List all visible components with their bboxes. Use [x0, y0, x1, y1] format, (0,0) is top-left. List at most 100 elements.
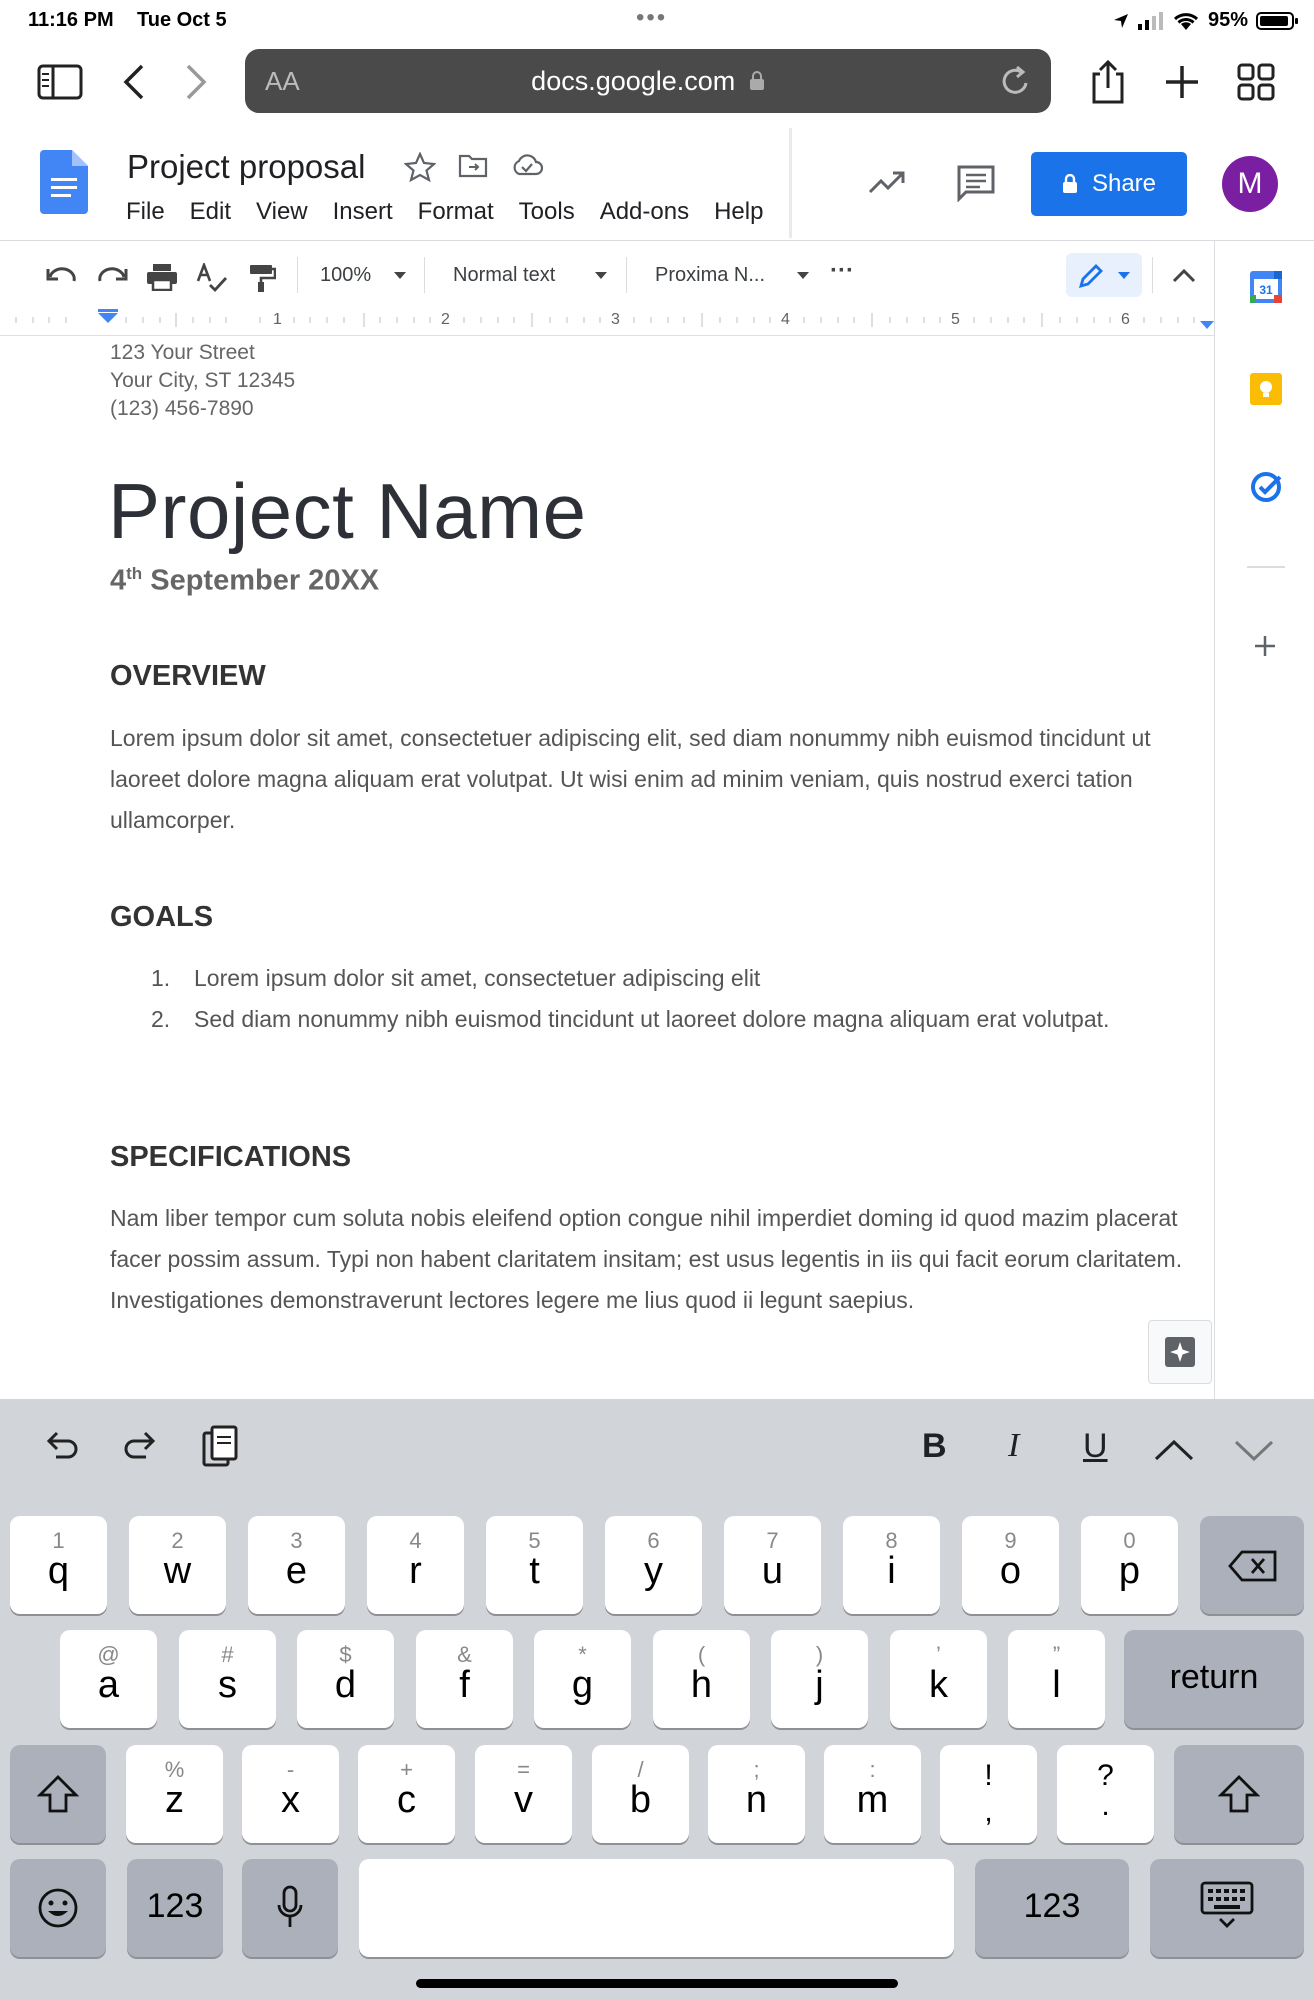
next-field-icon[interactable] [1234, 1439, 1274, 1461]
document-title[interactable]: Project proposal [127, 148, 365, 186]
hide-keyboard-key[interactable] [1150, 1859, 1304, 1957]
bold-button[interactable]: B [922, 1427, 947, 1466]
key-c[interactable]: + c [358, 1745, 455, 1843]
cloud-saved-icon[interactable] [510, 152, 544, 178]
tabs-overview-icon[interactable] [1232, 58, 1280, 106]
underline-button[interactable]: U [1083, 1427, 1108, 1466]
location-icon [1113, 13, 1128, 28]
italic-button[interactable]: I [1008, 1427, 1019, 1465]
return-key[interactable]: return [1124, 1630, 1304, 1728]
forward-button[interactable] [172, 58, 220, 106]
menu-addons[interactable]: Add-ons [600, 198, 689, 226]
back-button[interactable] [110, 58, 158, 106]
key-x[interactable]: -x [242, 1745, 339, 1843]
font-dropdown-icon[interactable] [797, 272, 809, 279]
space-bar[interactable] [359, 1859, 954, 1957]
font-select[interactable]: Proxima N... [655, 264, 765, 287]
activity-trend-icon[interactable] [868, 168, 906, 196]
key-e[interactable]: 3e [248, 1516, 345, 1614]
move-to-folder-icon[interactable] [458, 152, 488, 178]
google-docs-logo[interactable] [40, 150, 88, 214]
keep-icon[interactable] [1250, 373, 1282, 405]
keyboard-paste-icon[interactable] [202, 1425, 238, 1467]
menu-format[interactable]: Format [418, 198, 494, 226]
multitasking-dots-icon[interactable]: ••• [636, 4, 667, 32]
previous-field-icon[interactable] [1154, 1439, 1194, 1461]
key-s[interactable]: # s [179, 1630, 276, 1728]
home-indicator[interactable] [416, 1979, 898, 1988]
paint-format-icon[interactable] [246, 263, 276, 293]
key-l[interactable]: ” l [1008, 1630, 1105, 1728]
toolbar-separator [297, 257, 298, 293]
key-k[interactable]: ’ k [890, 1630, 987, 1728]
spellcheck-icon[interactable] [196, 263, 228, 293]
sidebar-toggle-icon[interactable] [36, 58, 84, 106]
ruler-number: 4 [781, 311, 790, 328]
share-button[interactable]: Share [1031, 152, 1187, 216]
key-g[interactable]: * g [534, 1630, 631, 1728]
add-addon-icon[interactable] [1253, 634, 1277, 658]
key-h[interactable]: (h [653, 1630, 750, 1728]
key-w[interactable]: 2w [129, 1516, 226, 1614]
tasks-icon[interactable] [1250, 471, 1282, 503]
print-icon[interactable] [146, 263, 178, 291]
menu-file[interactable]: File [126, 198, 165, 226]
emoji-key[interactable] [10, 1859, 106, 1957]
key-f[interactable]: & f [416, 1630, 513, 1728]
key-v[interactable]: = v [475, 1745, 572, 1843]
more-options-icon[interactable]: ··· [830, 257, 854, 285]
key-exclamation-comma[interactable]: !, [940, 1745, 1037, 1843]
explore-icon [1165, 1337, 1195, 1367]
shift-key-right[interactable] [1174, 1745, 1304, 1843]
key-t[interactable]: 5t [486, 1516, 583, 1614]
undo-icon[interactable] [46, 265, 78, 287]
collapse-toolbar-icon[interactable] [1172, 267, 1196, 283]
numbers-key-right[interactable]: 123 [975, 1859, 1129, 1957]
menu-view[interactable]: View [256, 198, 308, 226]
keyboard-undo-icon[interactable] [44, 1429, 80, 1461]
menu-help[interactable]: Help [714, 198, 763, 226]
menu-edit[interactable]: Edit [190, 198, 231, 226]
keyboard-redo-icon[interactable] [122, 1429, 158, 1461]
new-tab-icon[interactable] [1158, 58, 1206, 106]
key-q[interactable]: 1q [10, 1516, 107, 1614]
key-z[interactable]: % z [126, 1745, 223, 1843]
account-avatar[interactable]: M [1222, 156, 1278, 212]
key-a[interactable]: @ a [60, 1630, 157, 1728]
key-u[interactable]: 7u [724, 1516, 821, 1614]
key-y[interactable]: 6y [605, 1516, 702, 1614]
shift-key-left[interactable] [10, 1745, 106, 1843]
explore-button[interactable] [1148, 1320, 1212, 1384]
comments-icon[interactable] [956, 164, 996, 202]
zoom-dropdown-icon[interactable] [394, 272, 406, 279]
style-dropdown-icon[interactable] [595, 272, 607, 279]
key-j[interactable]: ) j [771, 1630, 868, 1728]
redo-icon[interactable] [96, 265, 128, 287]
key-b[interactable]: / b [592, 1745, 689, 1843]
delete-key[interactable] [1200, 1516, 1304, 1614]
key-d[interactable]: $ d [297, 1630, 394, 1728]
zoom-select[interactable]: 100% [320, 264, 371, 287]
menu-tools[interactable]: Tools [519, 198, 575, 226]
editing-mode-button[interactable] [1066, 253, 1142, 297]
calendar-icon[interactable]: 31 [1250, 271, 1282, 303]
key-m[interactable]: :m [824, 1745, 921, 1843]
dictation-key[interactable] [242, 1859, 338, 1957]
document-body[interactable]: 123 Your Street Your City, ST 12345 (123… [0, 336, 1214, 1399]
key-i[interactable]: 8i [843, 1516, 940, 1614]
address-bar[interactable]: AA docs.google.com [245, 49, 1051, 113]
paragraph-style-select[interactable]: Normal text [453, 264, 555, 287]
key-question-period[interactable]: ?. [1057, 1745, 1154, 1843]
share-sheet-icon[interactable] [1084, 58, 1132, 106]
key-o[interactable]: 9o [962, 1516, 1059, 1614]
key-p[interactable]: 0p [1081, 1516, 1178, 1614]
key-r[interactable]: 4r [367, 1516, 464, 1614]
side-panel: 31 [1214, 241, 1314, 1399]
key-n[interactable]: ; n [708, 1745, 805, 1843]
star-icon[interactable] [404, 152, 436, 182]
numbers-key-left[interactable]: 123 [127, 1859, 223, 1957]
goals-heading: GOALS [110, 901, 214, 933]
overview-heading: OVERVIEW [110, 660, 266, 692]
reload-icon[interactable] [999, 63, 1033, 99]
menu-insert[interactable]: Insert [333, 198, 393, 226]
